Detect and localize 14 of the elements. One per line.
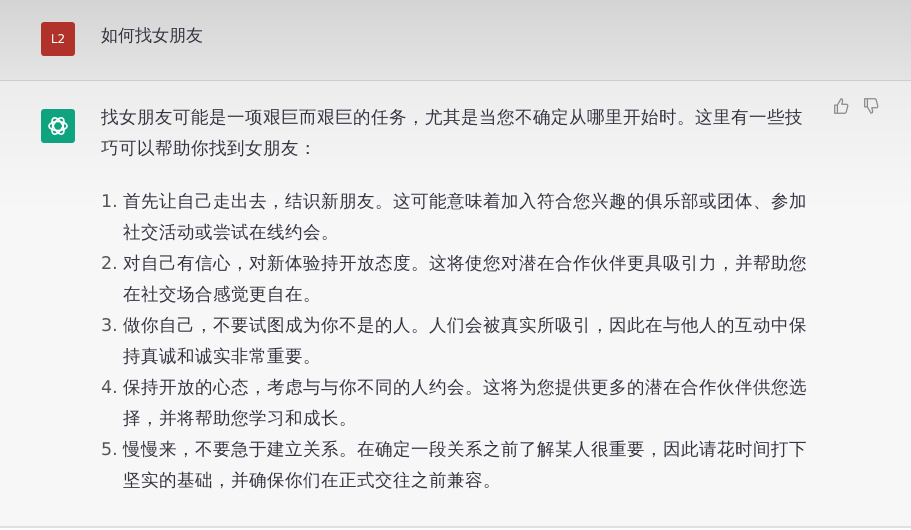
list-number: 5. bbox=[101, 439, 119, 462]
tip-text: 对自己有信心，对新体验持开放态度。这将使您对潜在合作伙伴更具吸引力，并帮助您在社交场合感觉更自在。 bbox=[123, 253, 808, 307]
user-message: 如何找女朋友 bbox=[101, 25, 203, 48]
tip-text: 保持开放的心态，考虑与与你不同的人约会。这将为您提供更多的潜在合作伙伴供您选择，并将帮助您学习和成长。 bbox=[123, 377, 808, 431]
tip-text: 慢慢来，不要急于建立关系。在确定一段关系之前了解某人很重要，因此请花时间打下坚实的基础，并确保你们在正式交往之前兼容。 bbox=[123, 439, 808, 493]
tip-text: 做你自己，不要试图成为你不是的人。人们会被真实所吸引，因此在与他人的互动中保持真诚和诚实非常重要。 bbox=[123, 315, 808, 369]
list-number: 2. bbox=[101, 253, 119, 276]
user-avatar: L2 bbox=[41, 22, 75, 56]
list-number: 4. bbox=[101, 377, 119, 400]
list-number: 3. bbox=[101, 315, 119, 338]
answer-intro: 找女朋友可能是一项艰巨而艰巨的任务，尤其是当您不确定从哪里开始时。这里有一些技巧可以帮助你找到女朋友： bbox=[101, 107, 804, 161]
tip-text: 首先让自己走出去，结识新朋友。这可能意味着加入符合您兴趣的俱乐部或团体、参加社交活动或尝试在线约会。 bbox=[123, 191, 808, 245]
assistant-logo-icon bbox=[41, 109, 75, 143]
list-number: 1. bbox=[101, 191, 119, 214]
